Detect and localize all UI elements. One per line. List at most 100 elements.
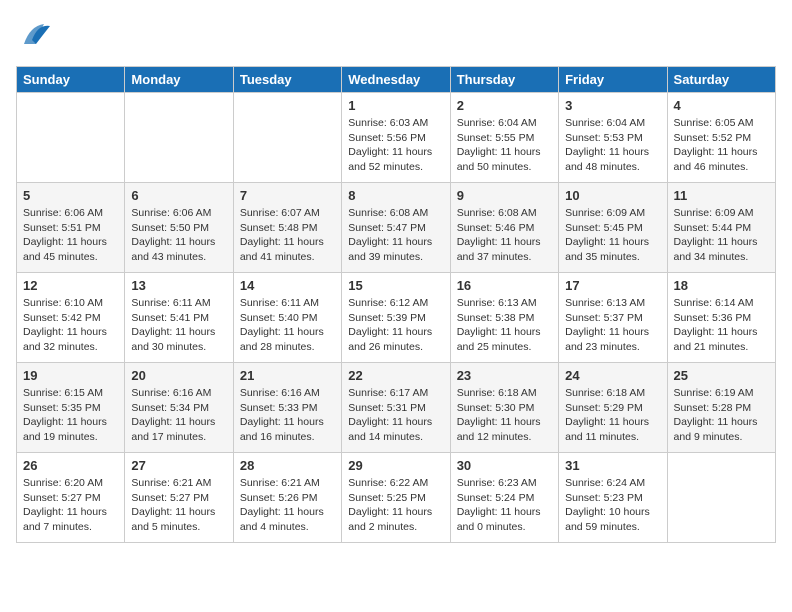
day-number: 28: [240, 458, 335, 473]
day-number: 29: [348, 458, 443, 473]
calendar-header-row: SundayMondayTuesdayWednesdayThursdayFrid…: [17, 67, 776, 93]
day-number: 30: [457, 458, 552, 473]
calendar-cell: [667, 453, 775, 543]
logo-icon: [16, 16, 56, 56]
day-number: 10: [565, 188, 660, 203]
calendar-cell: 16Sunrise: 6:13 AMSunset: 5:38 PMDayligh…: [450, 273, 558, 363]
day-info: Sunrise: 6:08 AMSunset: 5:46 PMDaylight:…: [457, 206, 552, 265]
day-number: 20: [131, 368, 226, 383]
day-number: 23: [457, 368, 552, 383]
calendar-cell: [233, 93, 341, 183]
day-number: 9: [457, 188, 552, 203]
calendar-cell: 28 Sunrise: 6:21 AMSunset: 5:26 PMDayligh…: [233, 453, 341, 543]
calendar-cell: 7Sunrise: 6:07 AMSunset: 5:48 PMDaylight…: [233, 183, 341, 273]
day-info: Sunrise: 6:15 AMSunset: 5:35 PMDaylight:…: [23, 386, 118, 445]
day-number: 15: [348, 278, 443, 293]
calendar-cell: 17 Sunrise: 6:13 AMSunset: 5:37 PMDayligh…: [559, 273, 667, 363]
calendar-cell: 14 Sunrise: 6:11 AMSunset: 5:40 PMDayligh…: [233, 273, 341, 363]
calendar-cell: 15 Sunrise: 6:12 AMSunset: 5:39 PMDayligh…: [342, 273, 450, 363]
calendar-cell: [17, 93, 125, 183]
day-number: 21: [240, 368, 335, 383]
calendar-table: SundayMondayTuesdayWednesdayThursdayFrid…: [16, 66, 776, 543]
calendar-cell: 4Sunrise: 6:05 AMSunset: 5:52 PMDaylight…: [667, 93, 775, 183]
day-number: 13: [131, 278, 226, 293]
calendar-cell: 11Sunrise: 6:09 AMSunset: 5:44 PMDayligh…: [667, 183, 775, 273]
calendar-cell: 24 Sunrise: 6:18 AMSunset: 5:29 PMDayligh…: [559, 363, 667, 453]
day-info: Sunrise: 6:09 AMSunset: 5:45 PMDaylight:…: [565, 206, 660, 265]
logo: [16, 16, 60, 56]
day-info: Sunrise: 6:14 AMSunset: 5:36 PMDaylight:…: [674, 296, 769, 355]
calendar-week-row: 5 Sunrise: 6:06 AMSunset: 5:51 PMDaylight…: [17, 183, 776, 273]
calendar-cell: 12 Sunrise: 6:10 AMSunset: 5:42 PMDayligh…: [17, 273, 125, 363]
day-number: 2: [457, 98, 552, 113]
calendar-week-row: 1 Sunrise: 6:03 AMSunset: 5:56 PMDaylight…: [17, 93, 776, 183]
calendar-week-row: 12 Sunrise: 6:10 AMSunset: 5:42 PMDayligh…: [17, 273, 776, 363]
day-info: Sunrise: 6:18 AMSunset: 5:30 PMDaylight:…: [457, 386, 552, 445]
weekday-header: Thursday: [450, 67, 558, 93]
day-info: Sunrise: 6:06 AMSunset: 5:51 PMDaylight:…: [23, 206, 118, 265]
day-info: Sunrise: 6:23 AMSunset: 5:24 PMDaylight:…: [457, 476, 552, 535]
calendar-cell: 10 Sunrise: 6:09 AMSunset: 5:45 PMDayligh…: [559, 183, 667, 273]
day-number: 11: [674, 188, 769, 203]
calendar-cell: 5 Sunrise: 6:06 AMSunset: 5:51 PMDaylight…: [17, 183, 125, 273]
day-info: Sunrise: 6:21 AMSunset: 5:26 PMDaylight:…: [240, 476, 335, 535]
day-info: Sunrise: 6:10 AMSunset: 5:42 PMDaylight:…: [23, 296, 118, 355]
day-number: 27: [131, 458, 226, 473]
day-info: Sunrise: 6:13 AMSunset: 5:38 PMDaylight:…: [457, 296, 552, 355]
weekday-header: Friday: [559, 67, 667, 93]
day-info: Sunrise: 6:07 AMSunset: 5:48 PMDaylight:…: [240, 206, 335, 265]
day-number: 1: [348, 98, 443, 113]
day-info: Sunrise: 6:16 AMSunset: 5:33 PMDaylight:…: [240, 386, 335, 445]
page-header: [16, 16, 776, 56]
calendar-cell: 20Sunrise: 6:16 AMSunset: 5:34 PMDayligh…: [125, 363, 233, 453]
weekday-header: Sunday: [17, 67, 125, 93]
calendar-cell: 8 Sunrise: 6:08 AMSunset: 5:47 PMDaylight…: [342, 183, 450, 273]
day-number: 24: [565, 368, 660, 383]
calendar-cell: 9 Sunrise: 6:08 AMSunset: 5:46 PMDaylight…: [450, 183, 558, 273]
calendar-cell: 25Sunrise: 6:19 AMSunset: 5:28 PMDayligh…: [667, 363, 775, 453]
day-info: Sunrise: 6:03 AMSunset: 5:56 PMDaylight:…: [348, 116, 443, 175]
calendar-cell: 19Sunrise: 6:15 AMSunset: 5:35 PMDayligh…: [17, 363, 125, 453]
day-info: Sunrise: 6:08 AMSunset: 5:47 PMDaylight:…: [348, 206, 443, 265]
calendar-cell: 6Sunrise: 6:06 AMSunset: 5:50 PMDaylight…: [125, 183, 233, 273]
day-info: Sunrise: 6:21 AMSunset: 5:27 PMDaylight:…: [131, 476, 226, 535]
day-info: Sunrise: 6:05 AMSunset: 5:52 PMDaylight:…: [674, 116, 769, 175]
day-number: 8: [348, 188, 443, 203]
day-info: Sunrise: 6:12 AMSunset: 5:39 PMDaylight:…: [348, 296, 443, 355]
day-info: Sunrise: 6:18 AMSunset: 5:29 PMDaylight:…: [565, 386, 660, 445]
day-number: 31: [565, 458, 660, 473]
day-info: Sunrise: 6:22 AMSunset: 5:25 PMDaylight:…: [348, 476, 443, 535]
calendar-cell: 13 Sunrise: 6:11 AMSunset: 5:41 PMDayligh…: [125, 273, 233, 363]
day-info: Sunrise: 6:06 AMSunset: 5:50 PMDaylight:…: [131, 206, 226, 265]
calendar-cell: 22Sunrise: 6:17 AMSunset: 5:31 PMDayligh…: [342, 363, 450, 453]
day-number: 26: [23, 458, 118, 473]
day-info: Sunrise: 6:11 AMSunset: 5:41 PMDaylight:…: [131, 296, 226, 355]
calendar-week-row: 19Sunrise: 6:15 AMSunset: 5:35 PMDayligh…: [17, 363, 776, 453]
day-info: Sunrise: 6:20 AMSunset: 5:27 PMDaylight:…: [23, 476, 118, 535]
calendar-cell: 30 Sunrise: 6:23 AMSunset: 5:24 PMDayligh…: [450, 453, 558, 543]
day-number: 25: [674, 368, 769, 383]
day-info: Sunrise: 6:24 AMSunset: 5:23 PMDaylight:…: [565, 476, 660, 535]
calendar-cell: 29 Sunrise: 6:22 AMSunset: 5:25 PMDayligh…: [342, 453, 450, 543]
day-number: 12: [23, 278, 118, 293]
day-info: Sunrise: 6:04 AMSunset: 5:55 PMDaylight:…: [457, 116, 552, 175]
day-number: 14: [240, 278, 335, 293]
weekday-header: Monday: [125, 67, 233, 93]
calendar-cell: 27 Sunrise: 6:21 AMSunset: 5:27 PMDayligh…: [125, 453, 233, 543]
day-number: 17: [565, 278, 660, 293]
calendar-cell: 21 Sunrise: 6:16 AMSunset: 5:33 PMDayligh…: [233, 363, 341, 453]
day-number: 5: [23, 188, 118, 203]
weekday-header: Wednesday: [342, 67, 450, 93]
calendar-cell: 1 Sunrise: 6:03 AMSunset: 5:56 PMDaylight…: [342, 93, 450, 183]
calendar-week-row: 26 Sunrise: 6:20 AMSunset: 5:27 PMDayligh…: [17, 453, 776, 543]
weekday-header: Tuesday: [233, 67, 341, 93]
day-info: Sunrise: 6:11 AMSunset: 5:40 PMDaylight:…: [240, 296, 335, 355]
day-info: Sunrise: 6:04 AMSunset: 5:53 PMDaylight:…: [565, 116, 660, 175]
day-info: Sunrise: 6:13 AMSunset: 5:37 PMDaylight:…: [565, 296, 660, 355]
calendar-cell: 31 Sunrise: 6:24 AMSunset: 5:23 PMDayligh…: [559, 453, 667, 543]
calendar-cell: 23 Sunrise: 6:18 AMSunset: 5:30 PMDayligh…: [450, 363, 558, 453]
calendar-cell: [125, 93, 233, 183]
day-number: 18: [674, 278, 769, 293]
day-number: 3: [565, 98, 660, 113]
calendar-cell: 2 Sunrise: 6:04 AMSunset: 5:55 PMDaylight…: [450, 93, 558, 183]
